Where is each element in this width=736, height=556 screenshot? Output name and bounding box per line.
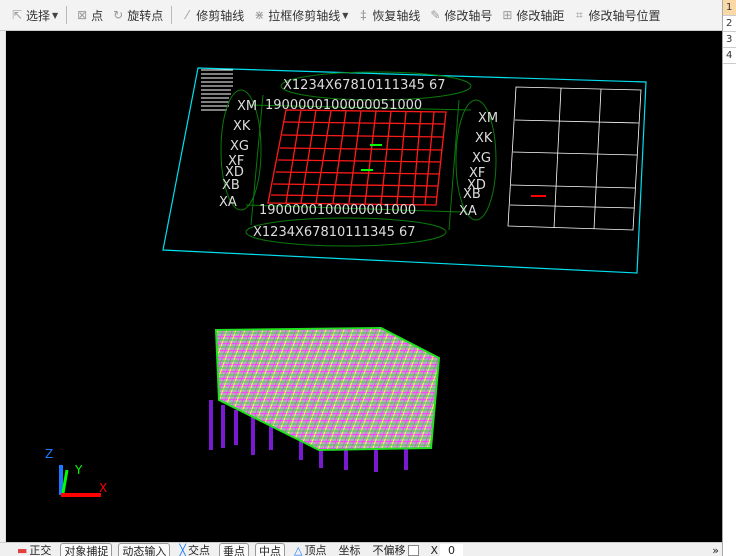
edit-axis-position-icon: ⌗ <box>576 7 583 22</box>
right-axis-labels: XM XK XG XF XD XB XA <box>459 111 498 219</box>
more-button[interactable]: » <box>709 543 722 556</box>
label: XB <box>222 178 240 193</box>
toolbar: ⇱ 选择 ▼ ⊠ 点 ↻ 旋转点 ⁄ 修剪轴线 ⋇ 拉框修剪轴线 ▼ ‡ 恢复轴线 ✎ 修改轴号 … <box>0 0 722 31</box>
status-bar: ▬ 正交 对象捕捉 动态输入 ╳ 交点 垂点 中点 △ 顶点 坐标 不偏移 X0 » <box>0 542 722 556</box>
3d-building-model <box>209 326 441 472</box>
chevron-down-icon[interactable]: ▼ <box>52 11 58 20</box>
cursor-icon: ⇱ <box>11 8 23 22</box>
intersection-icon: ╳ <box>179 543 187 556</box>
top-axis-labels: X1234X67810111345 67 <box>283 78 446 93</box>
edit-axis-position-button[interactable]: ⌗ 修改轴号位置 <box>570 7 662 24</box>
select-button[interactable]: ⇱ 选择 ▼ <box>8 7 60 24</box>
label: 旋转点 <box>127 8 164 23</box>
ucs-icon: Z Y X <box>45 447 107 497</box>
axis-grid <box>267 109 447 206</box>
midpoint-snap[interactable]: 中点 <box>255 543 286 556</box>
label: 修改轴距 <box>516 8 565 23</box>
drawing-canvas[interactable]: X1234X67810111345 67 X1234X67810111345 6… <box>5 31 722 542</box>
label: XM <box>478 111 498 126</box>
label: XK <box>233 119 251 134</box>
label: XA <box>459 204 477 219</box>
label: 恢复轴线 <box>372 8 421 23</box>
dynamic-input-toggle[interactable]: 动态输入 <box>118 543 171 556</box>
edit-axis-spacing-button[interactable]: ⊞ 修改轴距 <box>498 7 566 24</box>
box-trim-icon: ⋇ <box>254 8 265 22</box>
separator <box>66 6 68 24</box>
panel-row[interactable]: 1 <box>723 0 736 16</box>
bottom-axis-labels: X1234X67810111345 67 <box>253 225 416 240</box>
checkbox <box>407 544 419 556</box>
ortho-toggle[interactable]: ▬ 正交 <box>14 543 54 556</box>
edit-axis-number-icon: ✎ <box>430 8 441 22</box>
panel-row[interactable]: 4 <box>723 48 736 64</box>
vertex-icon: △ <box>294 543 303 556</box>
right-panel: 1 2 3 4 <box>722 0 736 556</box>
right-table <box>507 86 642 231</box>
label: 对象捕捉 <box>64 544 109 556</box>
x-axis-label: X <box>99 481 107 495</box>
label: 动态输入 <box>122 544 167 556</box>
perpendicular-snap[interactable]: 垂点 <box>219 543 250 556</box>
label: 修改轴号 <box>444 8 493 23</box>
label: XG <box>472 151 491 166</box>
separator <box>171 6 173 24</box>
label: 选择 <box>26 8 51 23</box>
label: 不偏移 <box>372 544 406 556</box>
chevron-down-icon[interactable]: ▼ <box>342 11 348 20</box>
edit-axis-spacing-icon: ⊞ <box>502 8 513 22</box>
label: 顶点 <box>304 544 327 556</box>
coordinate-snap[interactable]: 坐标 <box>336 543 364 556</box>
label: XM <box>237 99 257 114</box>
bottom-dimension-text: 1900000100000001000 <box>259 203 416 218</box>
z-axis-label: Z <box>45 447 53 461</box>
point-button[interactable]: ⊠ 点 <box>73 7 105 24</box>
point-icon: ⊠ <box>77 8 88 22</box>
label: XK <box>475 131 493 146</box>
label: XB <box>463 187 481 202</box>
label: 拉框修剪轴线 <box>268 8 341 23</box>
label: XG <box>230 139 249 154</box>
x-offset-field[interactable]: X0 <box>428 543 467 556</box>
edit-axis-number-button[interactable]: ✎ 修改轴号 <box>426 7 494 24</box>
label: 交点 <box>188 544 211 556</box>
box-trim-axis-button[interactable]: ⋇ 拉框修剪轴线 ▼ <box>250 7 350 24</box>
vertex-snap[interactable]: △ 顶点 <box>291 543 329 556</box>
restore-axis-icon: ‡ <box>360 8 367 22</box>
label: 垂点 <box>223 544 246 556</box>
trim-axis-icon: ⁄ <box>186 8 189 22</box>
cad-viewport: X1234X67810111345 67 X1234X67810111345 6… <box>45 67 647 497</box>
label: 点 <box>91 8 104 23</box>
label: 中点 <box>259 544 282 556</box>
osnap-toggle[interactable]: 对象捕捉 <box>60 543 113 556</box>
label: 修剪轴线 <box>196 8 245 23</box>
panel-row[interactable]: 3 <box>723 32 736 48</box>
ortho-icon: ▬ <box>17 543 28 556</box>
top-dimension-text: 1900000100000051000 <box>265 98 422 113</box>
restore-axis-button[interactable]: ‡ 恢复轴线 <box>354 7 422 24</box>
panel-row[interactable]: 2 <box>723 16 736 32</box>
label: 修改轴号位置 <box>588 8 661 23</box>
intersection-snap[interactable]: ╳ 交点 <box>176 543 213 556</box>
rotate-point-icon: ↻ <box>113 8 124 22</box>
label: 坐标 <box>338 544 361 556</box>
trim-axis-button[interactable]: ⁄ 修剪轴线 <box>178 7 246 24</box>
label: » <box>712 543 719 556</box>
no-offset-toggle[interactable]: 不偏移 <box>370 543 422 556</box>
rotate-point-button[interactable]: ↻ 旋转点 <box>109 7 165 24</box>
label: X <box>430 543 439 556</box>
label: 正交 <box>29 544 52 556</box>
label: XA <box>219 195 237 210</box>
label: 0 <box>440 543 464 556</box>
y-axis-label: Y <box>74 463 83 477</box>
